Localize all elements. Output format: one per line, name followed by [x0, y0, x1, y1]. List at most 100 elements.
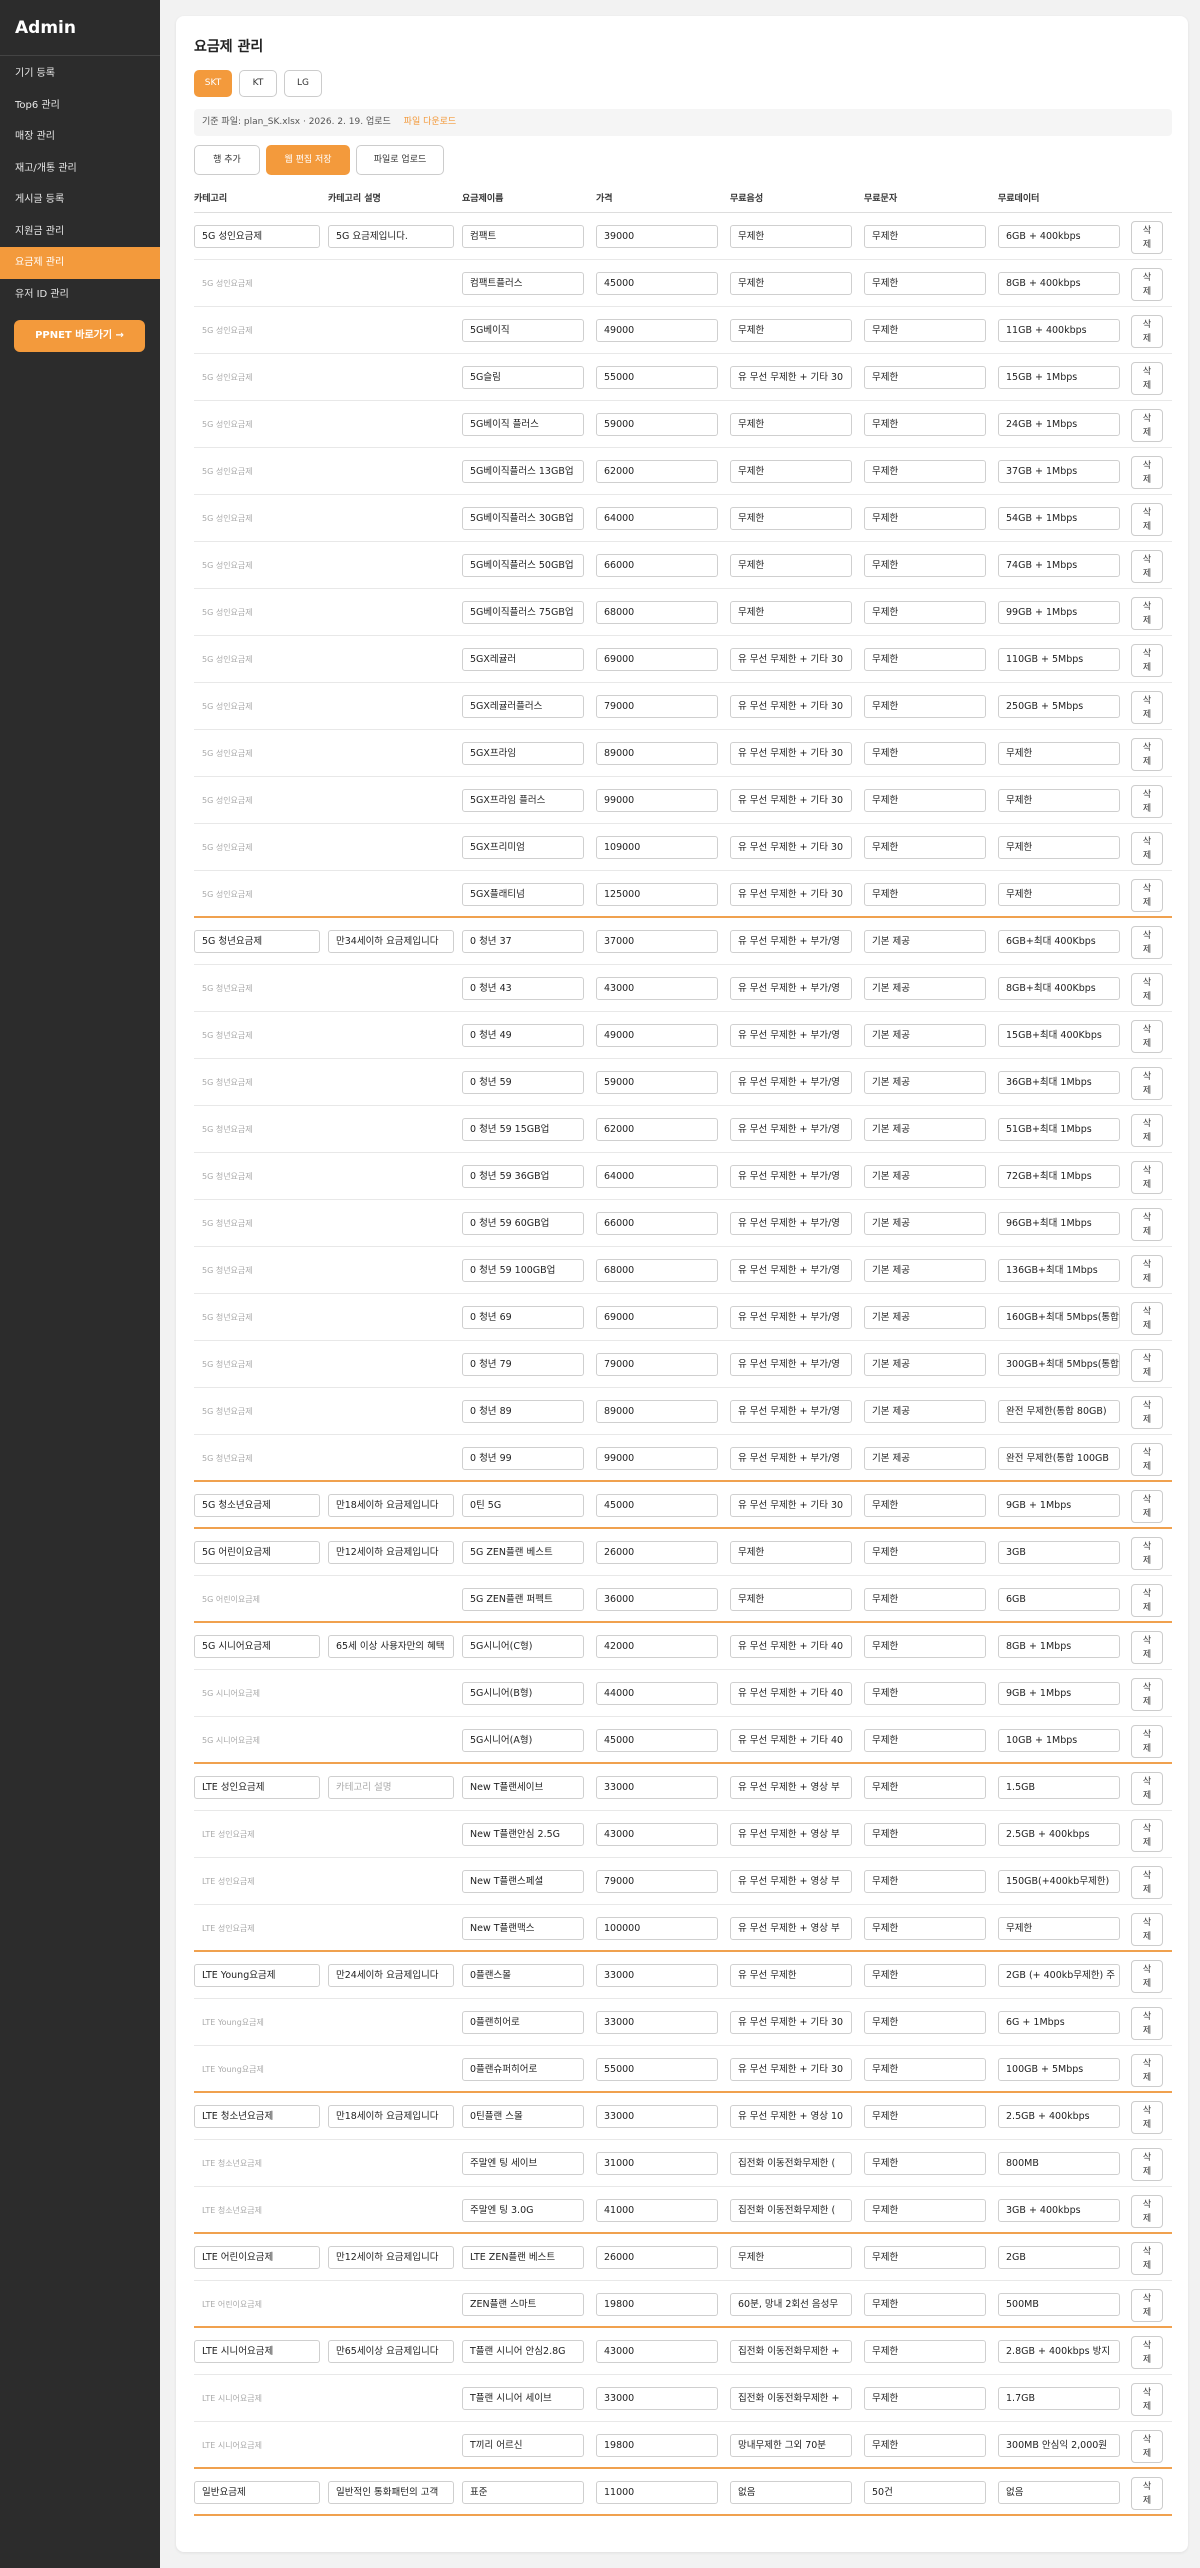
free-voice-input[interactable]: 유 무선 무제한 + 기타 30	[730, 789, 852, 812]
free-voice-input[interactable]: 유 무선 무제한 + 부가/영	[730, 977, 852, 1000]
price-input[interactable]: 26000	[596, 2246, 718, 2269]
free-voice-input[interactable]: 망내무제한 그외 70분	[730, 2434, 852, 2457]
free-sms-input[interactable]: 기본 제공	[864, 1353, 986, 1376]
free-data-input[interactable]: 2.8GB + 400kbps 방지	[998, 2340, 1120, 2363]
free-sms-input[interactable]: 50건	[864, 2481, 986, 2504]
category-description-input[interactable]: 만12세이하 요금제입니다	[328, 1541, 454, 1564]
free-sms-input[interactable]: 기본 제공	[864, 977, 986, 1000]
free-sms-input[interactable]: 무제한	[864, 413, 986, 436]
price-input[interactable]: 89000	[596, 742, 718, 765]
free-sms-input[interactable]: 무제한	[864, 2105, 986, 2128]
delete-row-button[interactable]: 삭제	[1131, 409, 1163, 442]
price-input[interactable]: 68000	[596, 1259, 718, 1282]
plan-name-input[interactable]: 컴팩트	[462, 225, 584, 248]
free-data-input[interactable]: 51GB+최대 1Mbps	[998, 1118, 1120, 1141]
file-download-link[interactable]: 파일 다운로드	[404, 117, 457, 127]
price-input[interactable]: 33000	[596, 2011, 718, 2034]
free-sms-input[interactable]: 무제한	[864, 2293, 986, 2316]
free-data-input[interactable]: 3GB	[998, 1541, 1120, 1564]
free-voice-input[interactable]: 유 무선 무제한 + 기타 30	[730, 883, 852, 906]
price-input[interactable]: 125000	[596, 883, 718, 906]
delete-row-button[interactable]: 삭제	[1131, 1772, 1163, 1805]
free-voice-input[interactable]: 유 무선 무제한 + 기타 30	[730, 648, 852, 671]
plan-name-input[interactable]: T끼리 어르신	[462, 2434, 584, 2457]
free-data-input[interactable]: 37GB + 1Mbps	[998, 460, 1120, 483]
plan-name-input[interactable]: 5GX플래티넘	[462, 883, 584, 906]
free-sms-input[interactable]: 기본 제공	[864, 1024, 986, 1047]
free-voice-input[interactable]: 무제한	[730, 460, 852, 483]
plan-name-input[interactable]: 5G베이직플러스 30GB업	[462, 507, 584, 530]
category-description-input[interactable]: 만18세이하 요금제입니다	[328, 2105, 454, 2128]
free-sms-input[interactable]: 무제한	[864, 742, 986, 765]
free-data-input[interactable]: 2.5GB + 400kbps	[998, 2105, 1120, 2128]
plan-name-input[interactable]: LTE ZEN플랜 베스트	[462, 2246, 584, 2269]
free-data-input[interactable]: 무제한	[998, 883, 1120, 906]
free-voice-input[interactable]: 유 무선 무제한 + 부가/영	[730, 1447, 852, 1470]
delete-row-button[interactable]: 삭제	[1131, 1255, 1163, 1288]
plan-name-input[interactable]: 0 청년 37	[462, 930, 584, 953]
delete-row-button[interactable]: 삭제	[1131, 1866, 1163, 1899]
free-voice-input[interactable]: 무제한	[730, 2246, 852, 2269]
free-sms-input[interactable]: 무제한	[864, 1776, 986, 1799]
free-data-input[interactable]: 250GB + 5Mbps	[998, 695, 1120, 718]
plan-name-input[interactable]: 0 청년 49	[462, 1024, 584, 1047]
free-sms-input[interactable]: 무제한	[864, 366, 986, 389]
free-data-input[interactable]: 8GB + 1Mbps	[998, 1635, 1120, 1658]
price-input[interactable]: 31000	[596, 2152, 718, 2175]
delete-row-button[interactable]: 삭제	[1131, 1584, 1163, 1617]
free-voice-input[interactable]: 무제한	[730, 225, 852, 248]
carrier-tab[interactable]: LG	[284, 70, 322, 97]
price-input[interactable]: 37000	[596, 930, 718, 953]
price-input[interactable]: 43000	[596, 977, 718, 1000]
free-voice-input[interactable]: 유 무선 무제한 + 부가/영	[730, 1259, 852, 1282]
delete-row-button[interactable]: 삭제	[1131, 1537, 1163, 1570]
price-input[interactable]: 59000	[596, 413, 718, 436]
free-voice-input[interactable]: 유 무선 무제한 + 기타 40	[730, 1635, 852, 1658]
delete-row-button[interactable]: 삭제	[1131, 973, 1163, 1006]
free-voice-input[interactable]: 유 무선 무제한 + 부가/영	[730, 1024, 852, 1047]
free-sms-input[interactable]: 기본 제공	[864, 1118, 986, 1141]
plan-name-input[interactable]: 0 청년 59 36GB업	[462, 1165, 584, 1188]
free-voice-input[interactable]: 집전화 이동전화무제한 +	[730, 2340, 852, 2363]
price-input[interactable]: 43000	[596, 2340, 718, 2363]
free-voice-input[interactable]: 유 무선 무제한 + 영상 부	[730, 1870, 852, 1893]
free-voice-input[interactable]: 집전화 이동전화무제한 (	[730, 2152, 852, 2175]
price-input[interactable]: 79000	[596, 695, 718, 718]
plan-name-input[interactable]: 5G베이직플러스 75GB업	[462, 601, 584, 624]
free-data-input[interactable]: 500MB	[998, 2293, 1120, 2316]
carrier-tab[interactable]: SKT	[194, 70, 232, 97]
free-voice-input[interactable]: 유 무선 무제한 + 부가/영	[730, 1400, 852, 1423]
free-sms-input[interactable]: 무제한	[864, 2246, 986, 2269]
price-input[interactable]: 109000	[596, 836, 718, 859]
sidebar-item[interactable]: 재고/개통 관리	[0, 153, 160, 185]
free-data-input[interactable]: 11GB + 400kbps	[998, 319, 1120, 342]
free-data-input[interactable]: 6GB	[998, 1588, 1120, 1611]
category-input[interactable]: LTE 시니어요금제	[194, 2340, 320, 2363]
category-input[interactable]: 5G 청년요금제	[194, 930, 320, 953]
plan-name-input[interactable]: 0 청년 59 60GB업	[462, 1212, 584, 1235]
plan-name-input[interactable]: 0 청년 69	[462, 1306, 584, 1329]
free-voice-input[interactable]: 무제한	[730, 1541, 852, 1564]
price-input[interactable]: 44000	[596, 1682, 718, 1705]
free-data-input[interactable]: 10GB + 1Mbps	[998, 1729, 1120, 1752]
plan-name-input[interactable]: 5GX레귤러	[462, 648, 584, 671]
free-voice-input[interactable]: 무제한	[730, 319, 852, 342]
free-voice-input[interactable]: 없음	[730, 2481, 852, 2504]
price-input[interactable]: 45000	[596, 272, 718, 295]
save-web-edit-button[interactable]: 웹 편집 저장	[266, 145, 350, 175]
delete-row-button[interactable]: 삭제	[1131, 550, 1163, 583]
delete-row-button[interactable]: 삭제	[1131, 1913, 1163, 1946]
free-data-input[interactable]: 800MB	[998, 2152, 1120, 2175]
free-sms-input[interactable]: 기본 제공	[864, 1400, 986, 1423]
free-data-input[interactable]: 없음	[998, 2481, 1120, 2504]
price-input[interactable]: 62000	[596, 460, 718, 483]
free-sms-input[interactable]: 무제한	[864, 2340, 986, 2363]
free-voice-input[interactable]: 유 무선 무제한 + 기타 30	[730, 2011, 852, 2034]
plan-name-input[interactable]: 컴팩트플러스	[462, 272, 584, 295]
sidebar-item[interactable]: 매장 관리	[0, 121, 160, 153]
delete-row-button[interactable]: 삭제	[1131, 503, 1163, 536]
free-voice-input[interactable]: 무제한	[730, 554, 852, 577]
category-description-input[interactable]: 65세 이상 사용자만의 혜택	[328, 1635, 454, 1658]
plan-name-input[interactable]: 0플랜히어로	[462, 2011, 584, 2034]
free-sms-input[interactable]: 무제한	[864, 1682, 986, 1705]
